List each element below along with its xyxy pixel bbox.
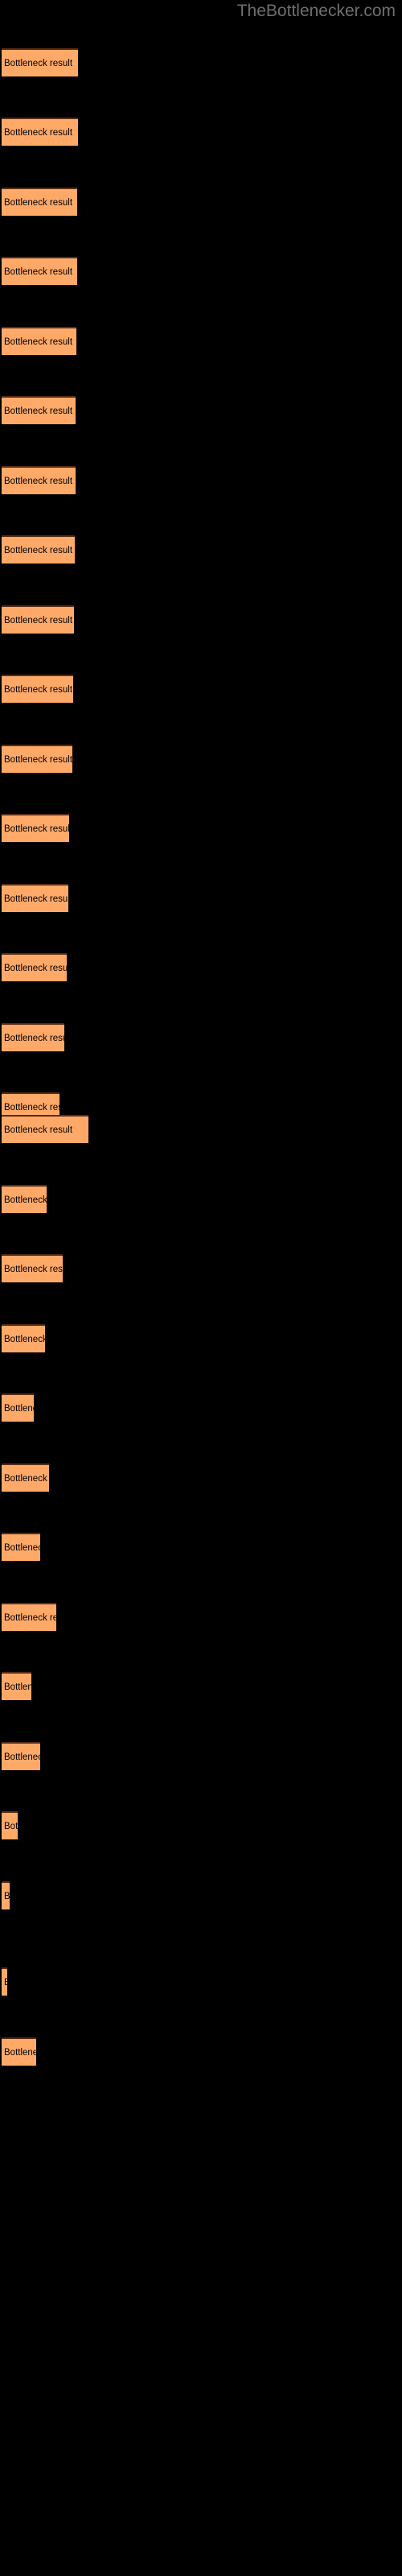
bar-10[interactable]: Bottleneck result [2,745,72,773]
bar-label: Bottleneck result [4,1682,31,1692]
bar-label: Bottleneck result [4,1125,73,1135]
bar-label: Bottleneck result [4,963,67,973]
bar-label: Bottleneck result [4,2047,36,2058]
bottleneck-chart: TheBottlenecker.com Bottleneck result Bot… [0,0,402,2576]
bar-29[interactable]: Bottleneck result [2,2037,36,2066]
bar-label: Bottleneck result [4,1102,59,1113]
bar-24[interactable]: Bottleneck result [2,1672,31,1700]
bar-18[interactable]: Bottleneck result [2,1254,63,1282]
bar-25[interactable]: Bottleneck result [2,1742,40,1770]
bar-label: Bottleneck result [4,894,68,904]
bar-label: Bottleneck result [4,197,73,208]
bar-27[interactable]: Bottleneck result [2,1881,10,1909]
bar-label: Bottleneck result [4,1334,45,1344]
bar-12[interactable]: Bottleneck result [2,884,68,912]
bar-3[interactable]: Bottleneck result [2,257,77,285]
bar-label: Bottleneck result [4,1473,49,1484]
bar-label: Bottleneck result [4,476,73,486]
bar-label: Bottleneck result [4,545,73,555]
bar-11[interactable]: Bottleneck result [2,814,69,842]
bar-5[interactable]: Bottleneck result [2,396,76,424]
bar-23[interactable]: Bottleneck result [2,1603,56,1631]
bar-label: Bottleneck result [4,1195,47,1205]
bar-2[interactable]: Bottleneck result [2,188,77,216]
bar-label: Bottleneck result [4,58,73,68]
bar-label: Bottleneck result [4,1977,7,1988]
bar-label: Bottleneck result [4,1612,56,1623]
bar-label: Bottleneck result [4,1821,18,1831]
bar-label: Bottleneck result [4,336,73,347]
bar-26[interactable]: Bottleneck result [2,1811,18,1839]
bar-4[interactable]: Bottleneck result [2,327,76,355]
bar-9[interactable]: Bottleneck result [2,675,73,703]
bar-label: Bottleneck result [4,1752,40,1762]
bar-label: Bottleneck result [4,754,72,765]
bar-21[interactable]: Bottleneck result [2,1463,49,1492]
bar-label: Bottleneck result [4,127,73,138]
bar-label: Bottleneck result [4,824,69,834]
bar-0[interactable]: Bottleneck result [2,48,78,76]
bar-label: Bottleneck result [4,1033,64,1043]
bar-label: Bottleneck result [4,615,73,625]
bar-label: Bottleneck result [4,1891,10,1901]
bar-1[interactable]: Bottleneck result [2,118,78,146]
bar-19[interactable]: Bottleneck result [2,1324,45,1352]
bar-label: Bottleneck result [4,266,73,277]
bar-22[interactable]: Bottleneck result [2,1533,40,1561]
bar-6[interactable]: Bottleneck result [2,466,76,494]
bar-8[interactable]: Bottleneck result [2,605,74,634]
bar-label: Bottleneck result [4,1264,63,1274]
bar-label: Bottleneck result [4,1403,34,1414]
bar-28[interactable]: Bottleneck result [2,1967,7,1996]
bar-7[interactable]: Bottleneck result [2,535,75,564]
bar-series: Bottleneck result Bottleneck result Bottle… [0,0,402,2576]
bar-20[interactable]: Bottleneck result [2,1393,34,1422]
bar-14[interactable]: Bottleneck result [2,1023,64,1051]
bar-17[interactable]: Bottleneck result [2,1185,47,1213]
bar-label: Bottleneck result [4,1542,40,1553]
bar-label: Bottleneck result [4,684,73,695]
bar-16[interactable]: Bottleneck result [2,1115,88,1143]
bar-label: Bottleneck result [4,406,73,416]
bar-13[interactable]: Bottleneck result [2,953,67,981]
